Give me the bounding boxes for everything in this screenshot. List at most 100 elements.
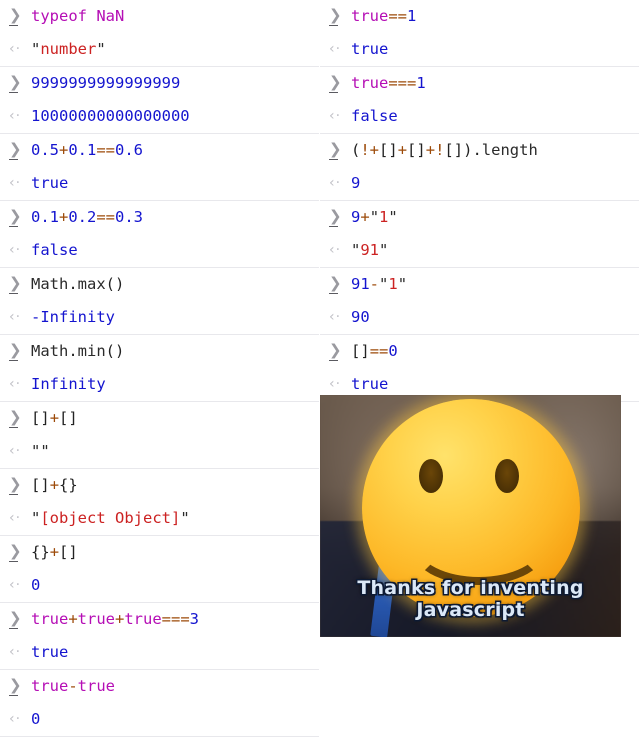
console-output-code: 9 [351,173,361,192]
console-output-row[interactable]: ‹9 [320,167,639,200]
input-prompt-chevron-icon: ❯ [9,75,31,93]
console-input-row[interactable]: ❯ 0.1+0.2==0.3 [0,201,319,234]
console-output-row[interactable]: ‹true [320,33,639,66]
console-output-row[interactable]: ‹true [0,167,319,200]
input-prompt-chevron-icon: ❯ [9,410,31,428]
console-output-code: true [351,39,389,58]
console-output-code: -Infinity [31,307,115,326]
console-output-row[interactable]: ‹Infinity [0,368,319,401]
console-input-row[interactable]: ❯ 0.5+0.1==0.6 [0,134,319,167]
console-input-row[interactable]: ❯ true-true [0,670,319,703]
console-output-code: "91" [351,240,389,259]
output-prompt-chevron-icon: ‹ [9,712,31,726]
console-input-code: []+{} [31,475,78,494]
console-input-code: true+true+true===3 [31,609,200,628]
console-input-code: typeof NaN [31,6,125,25]
emoji-mouth [409,507,548,585]
console-input-row[interactable]: ❯ 9+"1" [320,201,639,234]
meme-caption: Thanks for inventing Javascript [357,577,584,621]
input-prompt-chevron-icon: ❯ [9,611,31,629]
console-entry: ❯[]==0 ‹true [320,335,639,402]
console-input-code: []==0 [351,341,398,360]
output-prompt-chevron-icon: ‹ [9,42,31,56]
console-input-code: true===1 [351,73,426,92]
console-column-left: ❯typeof NaN‹"number"❯9999999999999999‹10… [0,0,319,737]
console-entry: ❯true==1‹true [320,0,639,67]
console-entry: ❯true===1‹false [320,67,639,134]
console-input-row[interactable]: ❯ []+{} [0,469,319,502]
console-output-code: Infinity [31,374,106,393]
console-input-row[interactable]: ❯ (!+[]+[]+![]).length [320,134,639,167]
input-prompt-chevron-icon: ❯ [9,678,31,696]
javascript-console: ❯typeof NaN‹"number"❯9999999999999999‹10… [0,0,639,737]
console-input-row[interactable]: ❯ {}+[] [0,536,319,569]
console-input-code: 0.5+0.1==0.6 [31,140,144,159]
console-entry: ❯9+"1"‹"91" [320,201,639,268]
console-output-row[interactable]: ‹0 [0,703,319,736]
output-prompt-chevron-icon: ‹ [329,377,351,391]
console-output-code: 10000000000000000 [31,106,190,125]
input-prompt-chevron-icon: ❯ [9,276,31,294]
console-input-row[interactable]: ❯ true==1 [320,0,639,33]
output-prompt-chevron-icon: ‹ [9,310,31,324]
console-entry: ❯0.1+0.2==0.3‹false [0,201,319,268]
output-prompt-chevron-icon: ‹ [9,444,31,458]
console-output-row[interactable]: ‹true [0,636,319,669]
input-prompt-chevron-icon: ❯ [9,544,31,562]
console-input-code: 9999999999999999 [31,73,181,92]
console-input-row[interactable]: ❯ []+[] [0,402,319,435]
input-prompt-chevron-icon: ❯ [9,209,31,227]
console-output-code: false [31,240,78,259]
input-prompt-chevron-icon: ❯ [9,477,31,495]
console-output-code: 90 [351,307,370,326]
input-prompt-chevron-icon: ❯ [329,75,351,93]
output-prompt-chevron-icon: ‹ [9,377,31,391]
console-input-row[interactable]: ❯ true===1 [320,67,639,100]
console-output-code: true [31,642,69,661]
output-prompt-chevron-icon: ‹ [9,511,31,525]
console-output-row[interactable]: ‹"91" [320,234,639,267]
console-output-row[interactable]: ‹"[object Object]" [0,502,319,535]
console-output-code: 0 [31,709,41,728]
console-output-row[interactable]: ‹false [320,100,639,133]
input-prompt-chevron-icon: ❯ [329,142,351,160]
console-input-row[interactable]: ❯ 91-"1" [320,268,639,301]
console-entry: ❯(!+[]+[]+![]).length‹9 [320,134,639,201]
output-prompt-chevron-icon: ‹ [9,109,31,123]
console-input-code: {}+[] [31,542,78,561]
console-output-row[interactable]: ‹"" [0,435,319,468]
console-output-row[interactable]: ‹0 [0,569,319,602]
output-prompt-chevron-icon: ‹ [9,243,31,257]
console-input-code: true==1 [351,6,417,25]
output-prompt-chevron-icon: ‹ [329,109,351,123]
console-entry: ❯Math.max()‹-Infinity [0,268,319,335]
console-entry: ❯Math.min()‹Infinity [0,335,319,402]
console-input-row[interactable]: ❯ []==0 [320,335,639,368]
console-input-code: true-true [31,676,115,695]
emoji-eye-left [418,459,443,493]
console-entry: ❯9999999999999999‹10000000000000000 [0,67,319,134]
console-output-row[interactable]: ‹10000000000000000 [0,100,319,133]
console-input-row[interactable]: ❯ Math.max() [0,268,319,301]
emoji-eye-right [494,459,519,493]
input-prompt-chevron-icon: ❯ [9,8,31,26]
console-entry: ❯{}+[]‹0 [0,536,319,603]
console-input-code: 0.1+0.2==0.3 [31,207,144,226]
console-input-row[interactable]: ❯ 9999999999999999 [0,67,319,100]
console-input-row[interactable]: ❯ typeof NaN [0,0,319,33]
console-input-row[interactable]: ❯ true+true+true===3 [0,603,319,636]
console-entry: ❯0.5+0.1==0.6‹true [0,134,319,201]
console-output-code: "[object Object]" [31,508,190,527]
console-output-row[interactable]: ‹-Infinity [0,301,319,334]
console-input-code: 91-"1" [351,274,408,293]
output-prompt-chevron-icon: ‹ [329,243,351,257]
input-prompt-chevron-icon: ❯ [329,343,351,361]
input-prompt-chevron-icon: ❯ [329,276,351,294]
console-output-code: true [351,374,389,393]
console-output-row[interactable]: ‹90 [320,301,639,334]
console-output-row[interactable]: ‹"number" [0,33,319,66]
console-input-row[interactable]: ❯ Math.min() [0,335,319,368]
console-column-right: ❯true==1‹true❯true===1‹false❯(!+[]+[]+![… [320,0,639,402]
console-output-row[interactable]: ‹false [0,234,319,267]
output-prompt-chevron-icon: ‹ [9,176,31,190]
